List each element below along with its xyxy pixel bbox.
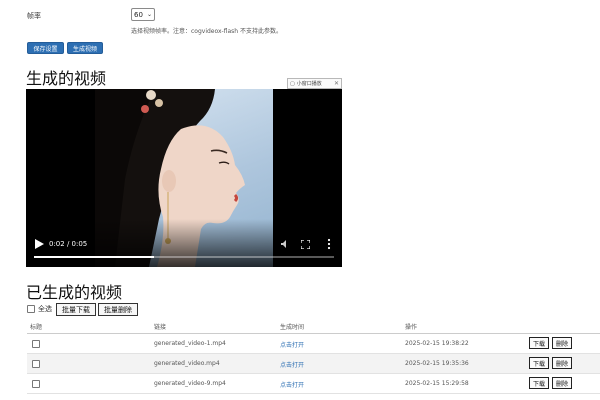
play-icon[interactable] [33,238,45,250]
fps-label: 帧率 [27,12,41,20]
select-all-label: 全选 [38,305,52,313]
column-header-time: 生成时间 [280,324,305,331]
video-table: 标题 链接 生成时间 操作 generated_video-1.mp4 点击打开… [27,318,600,394]
chevron-down-icon: ⌄ [146,11,152,18]
download-button[interactable]: 下载 [529,377,549,389]
save-settings-button[interactable]: 保存设置 [27,42,64,54]
select-all[interactable]: 全选 [27,304,52,314]
volume-icon[interactable] [280,239,290,249]
delete-button[interactable]: 删除 [552,357,572,369]
table-row: generated_video-1.mp4 点击打开 2025-02-15 19… [27,334,600,354]
open-link[interactable]: 点击打开 [280,340,304,349]
more-options-icon[interactable] [326,238,332,250]
column-header-title: 标题 [30,324,43,331]
video-filename: generated_video-9.mp4 [154,380,226,387]
open-link[interactable]: 点击打开 [280,360,304,369]
video-filename: generated_video-1.mp4 [154,340,226,347]
progress-bar[interactable] [34,256,334,258]
generated-time: 2025-02-15 15:29:58 [405,380,469,387]
mini-window-label: 小窗口播放 [296,81,322,87]
time-display: 0:02 / 0:05 [49,240,88,248]
table-header: 标题 链接 生成时间 操作 [27,318,600,334]
generated-time: 2025-02-15 19:38:22 [405,340,469,347]
row-checkbox[interactable] [32,380,40,388]
row-checkbox[interactable] [32,340,40,348]
fullscreen-icon[interactable] [301,240,310,249]
mini-window-icon: ▢ [290,80,295,87]
batch-download-button[interactable]: 批量下载 [56,303,96,316]
fps-select-value: 60 [134,10,143,19]
download-button[interactable]: 下载 [529,357,549,369]
close-icon[interactable]: ✕ [334,80,339,87]
generated-video-heading: 生成的视频 [26,69,107,88]
fps-select[interactable]: 60 ⌄ [131,8,155,21]
column-header-link: 链接 [154,324,167,331]
delete-button[interactable]: 删除 [552,337,572,349]
generated-list-heading: 已生成的视频 [26,283,123,302]
fps-hint: 选择视频帧率。注意：cogvideox-flash 不支持此参数。 [131,28,282,35]
delete-button[interactable]: 删除 [552,377,572,389]
table-row: generated_video-9.mp4 点击打开 2025-02-15 15… [27,374,600,394]
select-all-checkbox[interactable] [27,305,35,313]
open-link[interactable]: 点击打开 [280,380,304,389]
generated-time: 2025-02-15 19:35:36 [405,360,469,367]
video-filename: generated_video.mp4 [154,360,220,367]
progress-fill [34,256,154,258]
generate-video-button[interactable]: 生成视频 [67,42,103,54]
mini-window-play-button[interactable]: ▢ 小窗口播放 ✕ [287,78,342,89]
download-button[interactable]: 下载 [529,337,549,349]
row-checkbox[interactable] [32,360,40,368]
column-header-actions: 操作 [405,324,418,331]
table-row: generated_video.mp4 点击打开 2025-02-15 19:3… [27,354,600,374]
video-player[interactable]: 0:02 / 0:05 [26,89,342,267]
batch-delete-button[interactable]: 批量删除 [98,303,138,316]
